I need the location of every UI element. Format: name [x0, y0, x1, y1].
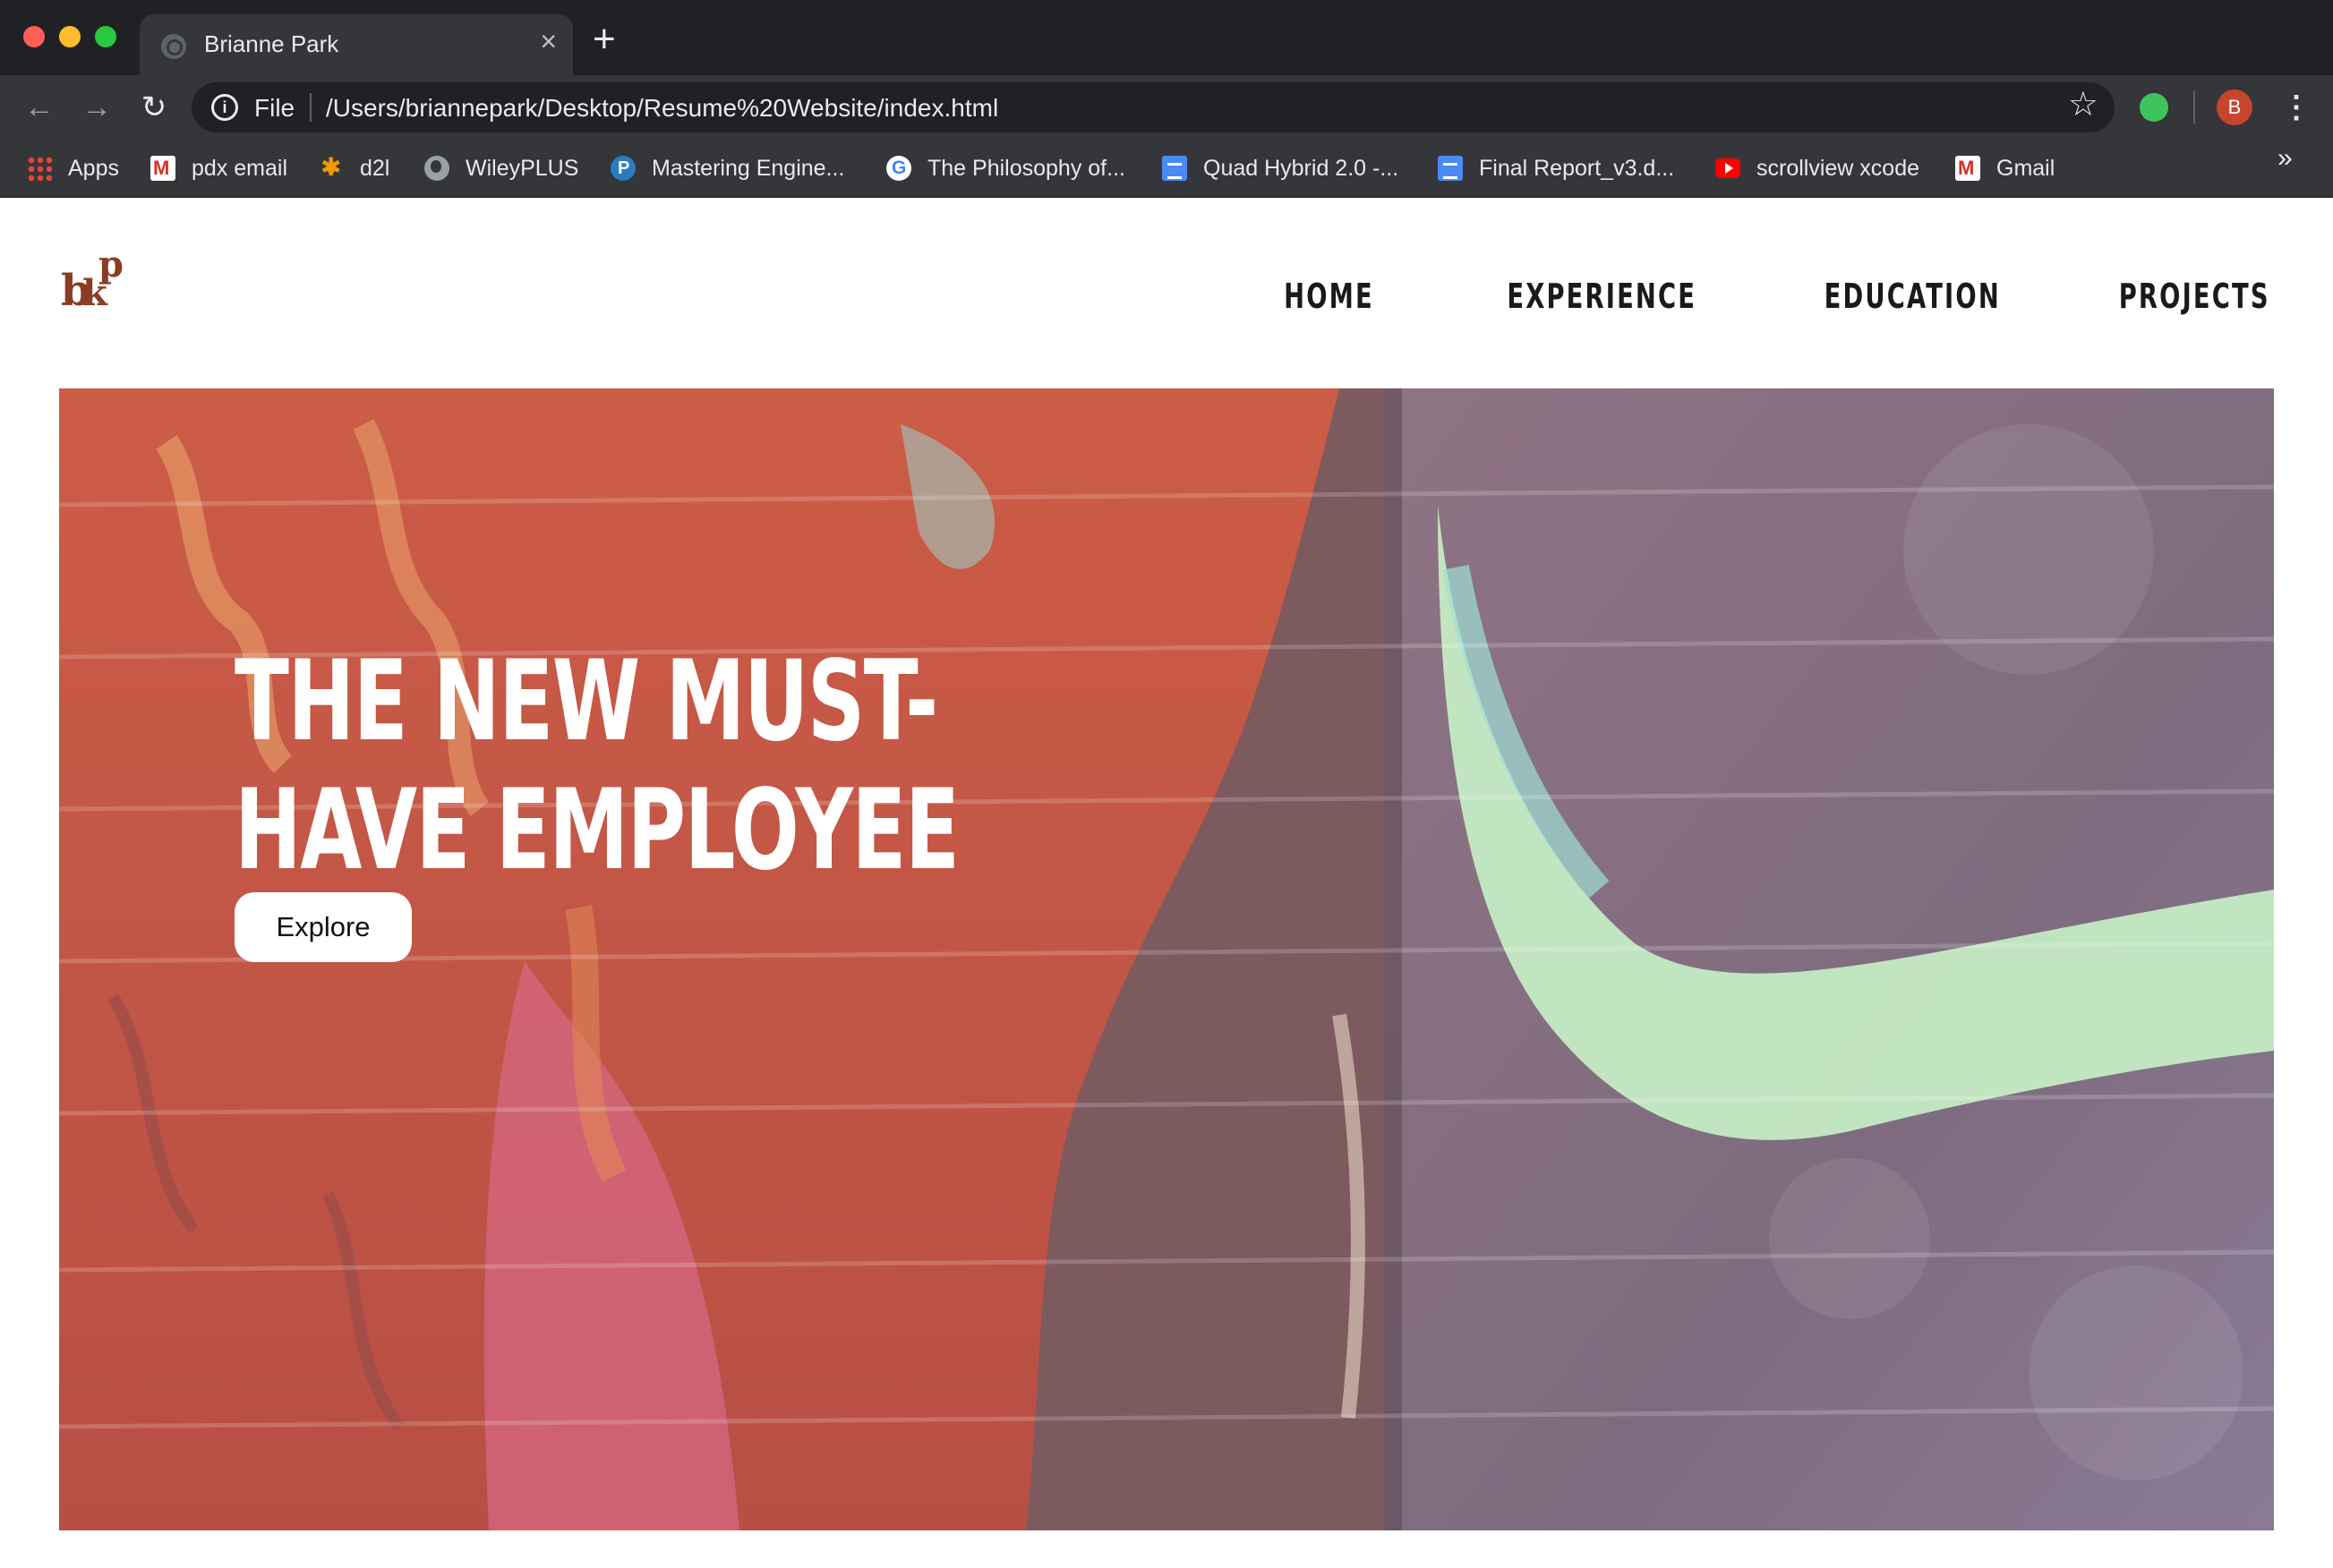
svg-text:p: p [98, 243, 124, 285]
bookmark-apps[interactable]: Apps [27, 150, 119, 186]
bookmark-label: Gmail [1996, 155, 2055, 181]
hero-banner: THE NEW MUST- HAVE EMPLOYEE Explore [59, 388, 2274, 1530]
extension-icon[interactable] [2140, 93, 2168, 122]
hero-title-line-2: HAVE EMPLOYEE [235, 766, 960, 895]
globe-icon [424, 156, 449, 181]
avatar[interactable]: B [2217, 89, 2252, 125]
close-tab-icon[interactable]: × [540, 27, 557, 55]
hero-title-line-1: THE NEW MUST- [235, 637, 938, 766]
web-page: b k p HOME EXPERIENCE EDUCATION PROJECTS [0, 198, 2333, 1568]
google-docs-icon [1438, 156, 1463, 181]
divider [2193, 91, 2195, 124]
more-bookmarks-icon[interactable]: » [2277, 143, 2293, 174]
bookmark-label: Quad Hybrid 2.0 -... [1203, 155, 1399, 181]
bookmark-label: WileyPLUS [466, 155, 579, 181]
explore-button[interactable]: Explore [235, 892, 412, 962]
youtube-icon [1715, 158, 1740, 178]
divider [310, 93, 312, 122]
info-icon[interactable]: i [211, 94, 238, 121]
tab-strip: Brianne Park × + [0, 0, 2333, 75]
reload-icon[interactable]: ↻ [134, 88, 174, 127]
bookmark-quad-hybrid[interactable]: Quad Hybrid 2.0 -... [1162, 150, 1398, 186]
nav-experience[interactable]: EXPERIENCE [1508, 277, 1697, 316]
bookmark-pdx-email[interactable]: pdx email [150, 150, 287, 186]
arrow-right-icon[interactable]: → [77, 88, 116, 127]
bookmark-gmail[interactable]: Gmail [1955, 150, 2055, 186]
bookmark-label: Mastering Engine... [652, 155, 845, 181]
gmail-icon [1955, 156, 1980, 181]
bookmark-final-report[interactable]: Final Report_v3.d... [1438, 150, 1674, 186]
tab-brianne-park[interactable]: Brianne Park × [140, 14, 573, 75]
minimize-window-button[interactable] [59, 26, 81, 47]
bookmarks-bar: Apps pdx email d2l WileyPLUS Mastering E… [0, 140, 2333, 198]
kebab-menu-icon[interactable]: ⋮ [2281, 88, 2312, 127]
address-bar[interactable]: i File /Users/briannepark/Desktop/Resume… [192, 82, 2115, 132]
nav-home[interactable]: HOME [1285, 277, 1375, 316]
bookmark-scrollview-xcode[interactable]: scrollview xcode [1715, 150, 1919, 186]
nav-education[interactable]: EDUCATION [1825, 277, 2001, 316]
star-icon[interactable]: ☆ [2068, 88, 2098, 122]
google-docs-icon [1162, 156, 1187, 181]
bookmark-wileyplus[interactable]: WileyPLUS [424, 150, 578, 186]
url-text[interactable]: /Users/briannepark/Desktop/Resume%20Webs… [326, 94, 998, 123]
close-window-button[interactable] [23, 26, 45, 47]
bookmark-label: pdx email [192, 155, 287, 181]
google-icon [886, 156, 911, 181]
site-logo[interactable]: b k p [61, 243, 127, 316]
d2l-icon [319, 154, 344, 181]
tab-title: Brianne Park [204, 30, 339, 57]
bookmark-mastering-engineering[interactable]: Mastering Engine... [611, 150, 844, 186]
arrow-left-icon[interactable]: ← [20, 88, 59, 127]
bookmark-label: scrollview xcode [1756, 155, 1920, 181]
bookmark-label: Apps [68, 155, 119, 181]
pearson-icon [611, 156, 636, 181]
bookmark-label: The Philosophy of... [927, 155, 1125, 181]
bookmark-label: d2l [360, 155, 390, 181]
nav-projects[interactable]: PROJECTS [2119, 277, 2270, 316]
new-tab-button[interactable]: + [593, 20, 616, 59]
scheme-label: File [254, 94, 295, 122]
bookmark-d2l[interactable]: d2l [319, 150, 389, 186]
globe-icon [161, 34, 186, 59]
maximize-window-button[interactable] [95, 26, 116, 47]
main-nav: HOME EXPERIENCE EDUCATION PROJECTS [1249, 277, 2270, 316]
browser-chrome: Brianne Park × + ← → ↻ i File /Users/bri… [0, 0, 2333, 198]
toolbar: ← → ↻ i File /Users/briannepark/Desktop/… [0, 75, 2333, 140]
bookmark-label: Final Report_v3.d... [1479, 155, 1675, 181]
hero-title: THE NEW MUST- HAVE EMPLOYEE [235, 637, 960, 895]
apps-grid-icon [27, 156, 52, 181]
bookmark-philosophy[interactable]: The Philosophy of... [886, 150, 1125, 186]
gmail-icon [150, 156, 175, 181]
